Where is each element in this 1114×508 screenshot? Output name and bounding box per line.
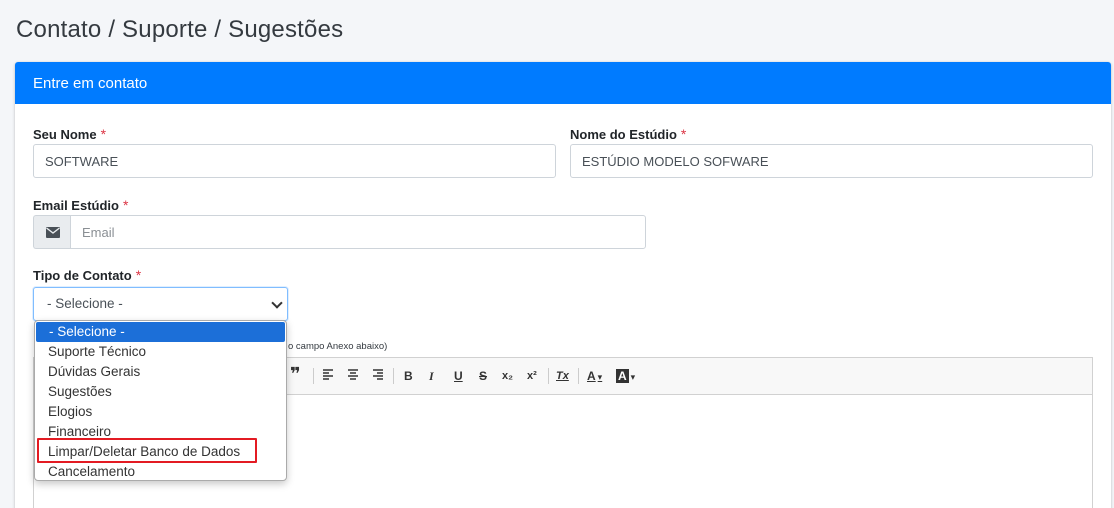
name-label: Seu Nome * bbox=[33, 126, 106, 142]
studio-field[interactable]: ESTÚDIO MODELO SOFWARE bbox=[570, 144, 1093, 178]
align-left-button[interactable] bbox=[322, 368, 334, 384]
align-left-icon bbox=[323, 369, 333, 380]
required-asterisk: * bbox=[100, 126, 107, 142]
contact-type-option[interactable]: Suporte Técnico bbox=[35, 342, 286, 362]
font-color-label: A bbox=[587, 369, 596, 383]
contact-type-option-delete-database[interactable]: Limpar/Deletar Banco de Dados bbox=[35, 442, 286, 462]
align-center-icon bbox=[348, 369, 358, 380]
contact-type-option[interactable]: Financeiro bbox=[35, 422, 286, 442]
contact-type-option[interactable]: - Selecione - bbox=[36, 322, 285, 342]
font-color-button[interactable]: A ▾ bbox=[587, 368, 602, 384]
required-asterisk: * bbox=[680, 126, 687, 142]
subscript-button[interactable]: x₂ bbox=[502, 368, 513, 384]
required-asterisk: * bbox=[122, 197, 129, 213]
name-field[interactable]: SOFTWARE bbox=[33, 144, 556, 178]
email-field[interactable]: Email bbox=[70, 215, 646, 249]
studio-label: Nome do Estúdio * bbox=[570, 126, 686, 142]
contact-type-label-text: Tipo de Contato bbox=[33, 268, 132, 283]
superscript-button[interactable]: x² bbox=[527, 368, 537, 384]
name-label-text: Seu Nome bbox=[33, 127, 97, 142]
studio-label-text: Nome do Estúdio bbox=[570, 127, 677, 142]
strikethrough-button[interactable]: S bbox=[479, 368, 487, 384]
bold-button[interactable]: B bbox=[404, 368, 413, 384]
underline-button[interactable]: U bbox=[454, 368, 463, 384]
contact-type-option[interactable]: Cancelamento bbox=[35, 462, 286, 482]
contact-type-selected: - Selecione - bbox=[47, 296, 123, 311]
toolbar-separator bbox=[393, 368, 394, 384]
email-label-text: Email Estúdio bbox=[33, 198, 119, 213]
blockquote-button[interactable]: ❞ bbox=[290, 365, 301, 383]
email-placeholder: Email bbox=[82, 225, 115, 240]
align-right-icon bbox=[373, 369, 383, 380]
envelope-icon bbox=[45, 226, 60, 238]
attachment-hint: o campo Anexo abaixo) bbox=[288, 341, 388, 352]
page-title: Contato / Suporte / Sugestões bbox=[16, 16, 344, 43]
toolbar-separator bbox=[313, 368, 314, 384]
background-color-button[interactable]: A ▾ bbox=[616, 368, 635, 384]
card-header: Entre em contato bbox=[15, 62, 1111, 104]
contact-type-label: Tipo de Contato * bbox=[33, 267, 141, 283]
email-addon bbox=[33, 215, 71, 249]
contact-type-option[interactable]: Dúvidas Gerais bbox=[35, 362, 286, 382]
chevron-down-icon bbox=[271, 297, 283, 309]
toolbar-separator bbox=[578, 368, 579, 384]
background-color-label: A bbox=[616, 369, 629, 383]
clear-format-button[interactable]: Tx bbox=[556, 368, 569, 384]
contact-type-dropdown: - Selecione - Suporte Técnico Dúvidas Ge… bbox=[34, 320, 287, 481]
contact-type-select[interactable]: - Selecione - bbox=[33, 287, 288, 321]
align-center-button[interactable] bbox=[347, 368, 359, 384]
required-asterisk: * bbox=[135, 267, 142, 283]
italic-button[interactable]: I bbox=[429, 368, 434, 384]
contact-type-option[interactable]: Elogios bbox=[35, 402, 286, 422]
toolbar-separator bbox=[548, 368, 549, 384]
align-right-button[interactable] bbox=[372, 368, 384, 384]
email-label: Email Estúdio * bbox=[33, 197, 128, 213]
contact-type-option[interactable]: Sugestões bbox=[35, 382, 286, 402]
